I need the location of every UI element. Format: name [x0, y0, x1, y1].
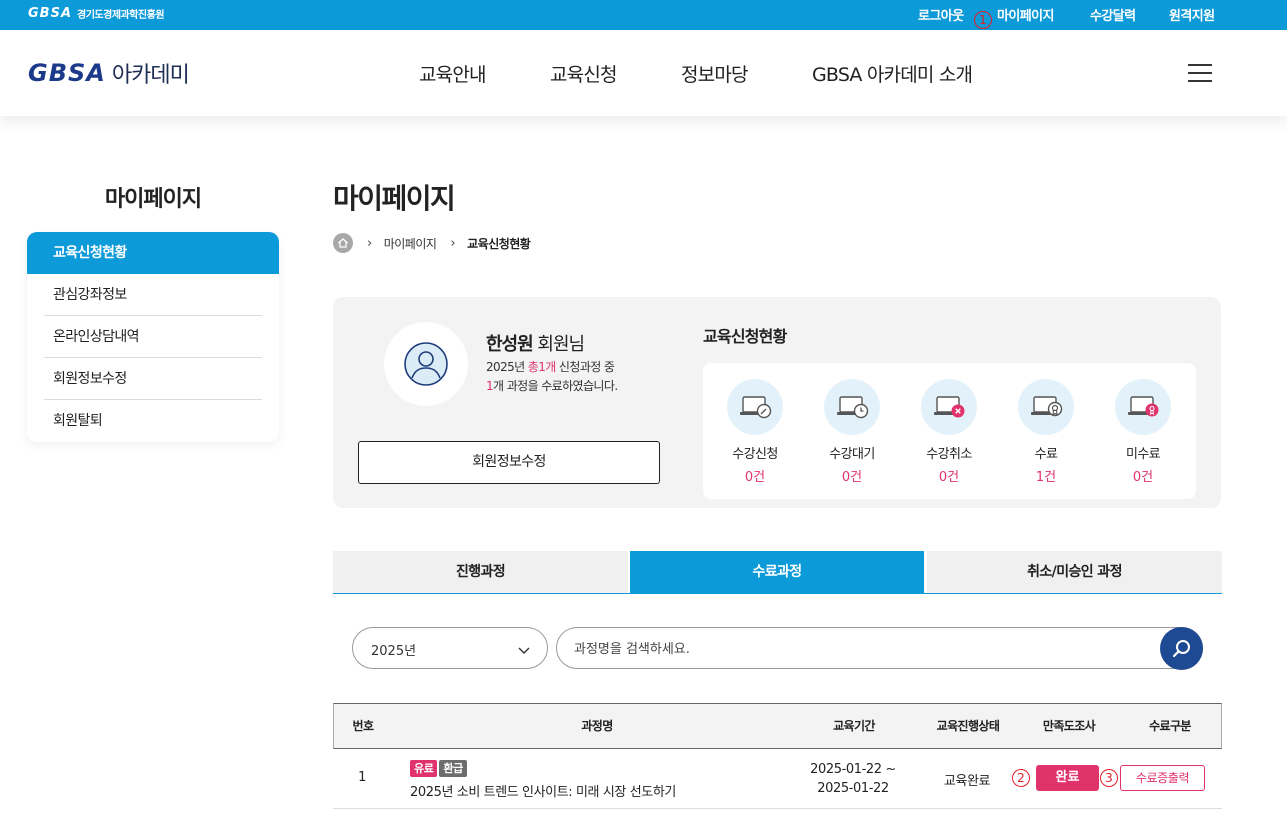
user-summary-text: 2025년 총1개 신청과정 중 1개 과정을 수료하였습니다. [486, 358, 618, 396]
annotation-marker-2: 2 [1012, 769, 1030, 787]
year-select-value: 2025년 [371, 644, 417, 659]
tab-in-progress[interactable]: 진행과정 [333, 551, 628, 593]
year-select[interactable]: 2025년 [352, 627, 548, 669]
stat-count: 0건 [1132, 470, 1154, 485]
page-title: 마이페이지 [333, 182, 456, 215]
laptop-clock-icon [824, 379, 880, 435]
stat-count: 0건 [744, 470, 766, 485]
stat-label: 수강대기 [829, 447, 875, 462]
course-period: 2025-01-22 ~ 2025-01-22 [793, 760, 913, 798]
badge-paid: 유료 [410, 760, 438, 777]
column-header: 번호 [352, 719, 374, 733]
gnb-item-education-apply[interactable]: 교육신청 [550, 60, 618, 87]
gnb-item-info[interactable]: 정보마당 [681, 60, 749, 87]
stat-applied[interactable]: 수강신청 0건 [725, 379, 785, 485]
stat-cancelled[interactable]: 수강취소 0건 [919, 379, 979, 485]
site-logo-mark: GBSA [28, 59, 106, 87]
badge-refund: 환급 [439, 760, 467, 777]
sidebar-title: 마이페이지 [104, 187, 202, 212]
course-search-input[interactable] [574, 637, 1134, 661]
table-header: 번호 과정명 교육기간 교육진행상태 만족도조사 수료구분 [333, 703, 1222, 749]
stat-not-completed[interactable]: 미수료 0건 [1113, 379, 1173, 485]
annotation-marker-1: 1 [974, 11, 992, 29]
stat-count: 0건 [938, 470, 960, 485]
search-button[interactable] [1160, 627, 1203, 670]
remote-support-link[interactable]: 원격지원 [1169, 5, 1215, 24]
tab-cancelled[interactable]: 취소/미승인 과정 [927, 551, 1222, 593]
laptop-medal-icon [1018, 379, 1074, 435]
home-icon[interactable] [333, 233, 353, 253]
course-tabs: 진행과정 수료과정 취소/미승인 과정 [333, 551, 1222, 594]
period-start: 2025-01-22 ~ [810, 762, 896, 777]
gnb-item-about[interactable]: GBSA 아카데미 소개 [812, 60, 973, 87]
column-header: 만족도조사 [1042, 719, 1096, 733]
period-end: 2025-01-22 [817, 781, 889, 796]
stat-count: 0건 [841, 470, 863, 485]
top-utility-bar: GBSA 경기도경제과학진흥원 로그아웃 마이페이지 수강달력 원격지원 [0, 0, 1287, 30]
org-logo[interactable]: GBSA 경기도경제과학진흥원 [28, 6, 165, 21]
user-avatar-icon [384, 322, 468, 406]
stat-label: 수강신청 [732, 447, 778, 462]
status-counts-box: 수강신청 0건 수강대기 0건 수강취소 0건 수료 1건 미수료 0건 [703, 363, 1196, 499]
status-title: 교육신청현황 [703, 327, 787, 346]
sidebar-item-consultation[interactable]: 온라인상담내역 [44, 316, 262, 358]
chevron-right-icon: › [367, 235, 372, 251]
user-name-value: 한성원 [486, 334, 534, 355]
stat-waiting[interactable]: 수강대기 0건 [822, 379, 882, 485]
sidebar-item-application-status[interactable]: 교육신청현황 [27, 232, 279, 274]
sidebar-item-withdraw[interactable]: 회원탈퇴 [44, 400, 262, 442]
stat-count: 1건 [1035, 470, 1057, 485]
mypage-link[interactable]: 마이페이지 [997, 5, 1054, 24]
user-name-suffix: 회원님 [532, 334, 585, 355]
stat-completed[interactable]: 수료 1건 [1016, 379, 1076, 485]
laptop-alert-icon [1115, 379, 1171, 435]
breadcrumb: › 마이페이지 › 교육신청현황 [333, 233, 531, 253]
org-logo-name: 경기도경제과학진흥원 [77, 10, 165, 21]
row-number: 1 [358, 770, 366, 785]
hamburger-menu-icon[interactable] [1188, 64, 1212, 82]
chevron-down-icon [517, 642, 531, 661]
user-name: 한성원 회원님 [486, 330, 585, 356]
gnb-item-education-info[interactable]: 교육안내 [419, 60, 487, 87]
course-status: 교육완료 [943, 774, 991, 789]
laptop-cancel-icon [921, 379, 977, 435]
stat-label: 미수료 [1125, 447, 1161, 462]
row-badges: 유료 환급 [410, 760, 469, 777]
column-header: 교육기간 [833, 719, 875, 733]
tab-completed[interactable]: 수료과정 [630, 551, 924, 593]
summary-line1-suffix: 신청과정 중 [555, 360, 615, 374]
site-logo[interactable]: GBSA 아카데미 [28, 57, 190, 89]
laptop-pen-icon [727, 379, 783, 435]
breadcrumb-item[interactable]: 마이페이지 [384, 235, 437, 252]
stat-label: 수강취소 [926, 447, 972, 462]
column-header: 교육진행상태 [936, 719, 1000, 733]
sidebar-menu: 교육신청현황 관심강좌정보 온라인상담내역 회원정보수정 회원탈퇴 [27, 232, 279, 442]
org-logo-mark: GBSA [28, 6, 73, 21]
stat-label: 수료 [1034, 447, 1058, 462]
breadcrumb-current: 교육신청현황 [467, 236, 531, 251]
edit-profile-button[interactable]: 회원정보수정 [358, 441, 660, 484]
annotation-marker-3: 3 [1100, 769, 1118, 787]
member-summary-panel: 한성원 회원님 2025년 총1개 신청과정 중 1개 과정을 수료하였습니다.… [333, 297, 1221, 508]
column-header: 과정명 [581, 719, 613, 733]
summary-line1-prefix: 2025년 [486, 360, 528, 374]
chevron-right-icon: › [450, 235, 456, 251]
logout-link[interactable]: 로그아웃 [918, 5, 964, 24]
summary-line2-suffix: 개 과정을 수료하였습니다. [493, 379, 618, 393]
summary-completed-count: 1 [486, 379, 494, 393]
summary-total-count: 총1개 [527, 360, 557, 374]
course-search-box [556, 627, 1203, 669]
column-header: 수료구분 [1149, 719, 1191, 733]
sidebar-item-edit-profile[interactable]: 회원정보수정 [44, 358, 262, 400]
course-title[interactable]: 2025년 소비 트렌드 인사이트: 미래 시장 선도하기 [410, 781, 676, 800]
table-row: 1 유료 환급 2025년 소비 트렌드 인사이트: 미래 시장 선도하기 202… [333, 749, 1222, 809]
site-logo-name: 아카데미 [111, 63, 190, 88]
certificate-print-button[interactable]: 수료증출력 [1120, 765, 1205, 791]
calendar-link[interactable]: 수강달력 [1090, 5, 1136, 24]
survey-done-button[interactable]: 완료 [1036, 765, 1099, 791]
search-icon [1172, 639, 1190, 657]
site-header: GBSA 아카데미 교육안내 교육신청 정보마당 GBSA 아카데미 소개 [0, 30, 1287, 116]
sidebar-item-interests[interactable]: 관심강좌정보 [44, 274, 262, 316]
